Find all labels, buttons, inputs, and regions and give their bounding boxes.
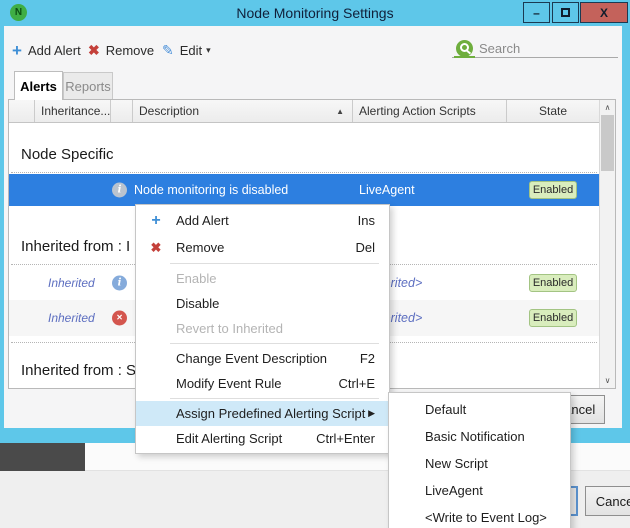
column-header-icon[interactable] — [111, 100, 133, 122]
sort-ascending-icon: ▲ — [336, 107, 344, 116]
edit-label: Edit — [180, 43, 202, 58]
column-header-description[interactable]: Description ▲ — [133, 100, 353, 122]
minimize-button[interactable]: – — [523, 2, 550, 23]
menu-item-shortcut: Ins — [358, 213, 375, 228]
menu-item-label: Enable — [176, 271, 375, 286]
search-underline-accent — [454, 56, 475, 58]
column-header-empty[interactable] — [9, 100, 35, 122]
menu-item-label: Assign Predefined Alerting Script — [176, 406, 368, 421]
group-header-inherited-1: Inherited from : I — [21, 238, 130, 255]
submenu-item-write-to-event-log[interactable]: <Write to Event Log> — [389, 504, 570, 528]
scrollbar-thumb[interactable] — [601, 115, 614, 171]
table-row-selected[interactable]: i Node monitoring is disabled LiveAgent … — [9, 174, 599, 206]
maximize-button[interactable] — [552, 2, 579, 23]
edit-dropdown-button[interactable]: ✎ Edit ▾ — [162, 40, 211, 60]
row-inheritance: Inherited — [48, 276, 95, 290]
submenu-item-new-script[interactable]: New Script — [389, 450, 570, 477]
pencil-icon: ✎ — [162, 42, 174, 59]
group-header-inherited-2: Inherited from : S — [21, 362, 136, 379]
menu-item-revert-to-inherited: Revert to Inherited — [136, 316, 389, 341]
info-icon: i — [112, 276, 127, 291]
menu-item-label: Change Event Description — [176, 351, 360, 366]
menu-item-label: Modify Event Rule — [176, 376, 339, 391]
row-description: Node monitoring is disabled — [134, 183, 288, 197]
background-cancel-button[interactable]: Cancel — [585, 486, 630, 516]
status-badge: Enabled — [529, 274, 577, 292]
submenu-item-liveagent[interactable]: LiveAgent — [389, 477, 570, 504]
close-button[interactable]: X — [580, 2, 628, 23]
plus-icon: + — [136, 212, 176, 230]
remove-button[interactable]: ✖ Remove — [88, 40, 154, 60]
search-icon — [456, 40, 473, 57]
submenu-item-basic-notification[interactable]: Basic Notification — [389, 423, 570, 450]
plus-icon: + — [12, 42, 22, 59]
titlebar[interactable]: N Node Monitoring Settings – X — [0, 0, 630, 26]
description-label: Description — [139, 104, 199, 118]
minimize-icon: – — [533, 6, 540, 20]
add-alert-button[interactable]: + Add Alert — [12, 40, 81, 60]
menu-item-remove[interactable]: ✖ Remove Del — [136, 234, 389, 261]
context-menu: + Add Alert Ins ✖ Remove Del Enable Disa… — [135, 204, 390, 454]
group-header-node-specific: Node Specific — [21, 146, 114, 163]
column-header-state[interactable]: State — [507, 100, 599, 122]
menu-item-shortcut: Ctrl+Enter — [316, 431, 375, 446]
menu-item-change-event-description[interactable]: Change Event Description F2 — [136, 346, 389, 371]
row-script: LiveAgent — [359, 183, 415, 197]
menu-item-shortcut: Del — [355, 240, 375, 255]
close-icon: X — [600, 6, 608, 20]
error-icon: × — [112, 311, 127, 326]
remove-label: Remove — [106, 43, 154, 58]
chevron-down-icon: ▾ — [206, 45, 211, 56]
table-header-row: Inheritance... Description ▲ Alerting Ac… — [9, 100, 599, 123]
status-badge: Enabled — [529, 181, 577, 199]
menu-item-shortcut: Ctrl+E — [339, 376, 375, 391]
menu-separator — [170, 398, 379, 399]
maximize-icon — [561, 8, 570, 17]
menu-item-assign-predefined-alerting-script[interactable]: Assign Predefined Alerting Script ▶ — [136, 401, 389, 426]
status-badge: Enabled — [529, 309, 577, 327]
scroll-down-icon[interactable]: ∨ — [600, 373, 615, 388]
menu-item-modify-event-rule[interactable]: Modify Event Rule Ctrl+E — [136, 371, 389, 396]
submenu-item-default[interactable]: Default — [389, 396, 570, 423]
menu-item-disable[interactable]: Disable — [136, 291, 389, 316]
alerting-script-submenu: Default Basic Notification New Script Li… — [388, 392, 571, 528]
row-inheritance: Inherited — [48, 311, 95, 325]
menu-item-label: Remove — [176, 240, 355, 255]
column-header-scripts[interactable]: Alerting Action Scripts — [353, 100, 507, 122]
column-header-inheritance[interactable]: Inheritance... — [35, 100, 111, 122]
group-divider — [11, 172, 597, 173]
menu-item-shortcut: F2 — [360, 351, 375, 366]
search-underline — [452, 57, 618, 58]
menu-item-add-alert[interactable]: + Add Alert Ins — [136, 207, 389, 234]
vertical-scrollbar[interactable]: ∧ ∨ — [599, 100, 615, 388]
menu-item-label: Add Alert — [176, 213, 358, 228]
window-border-right — [622, 26, 630, 428]
screen: Cancel N Node Monitoring Settings – X + … — [0, 0, 630, 528]
menu-item-label: Disable — [176, 296, 375, 311]
remove-icon: ✖ — [88, 42, 100, 59]
tab-alerts[interactable]: Alerts — [14, 71, 63, 100]
scroll-up-icon[interactable]: ∧ — [600, 100, 615, 115]
menu-item-enable: Enable — [136, 266, 389, 291]
remove-icon: ✖ — [136, 240, 176, 256]
info-icon: i — [112, 183, 127, 198]
search-input[interactable] — [479, 40, 617, 57]
submenu-arrow-icon: ▶ — [368, 408, 375, 419]
add-alert-label: Add Alert — [28, 43, 81, 58]
menu-separator — [170, 343, 379, 344]
menu-item-label: Revert to Inherited — [176, 321, 375, 336]
menu-item-edit-alerting-script[interactable]: Edit Alerting Script Ctrl+Enter — [136, 426, 389, 451]
tab-reports[interactable]: Reports — [63, 72, 113, 99]
menu-separator — [170, 263, 379, 264]
menu-item-label: Edit Alerting Script — [176, 431, 316, 446]
taskbar-fragment — [0, 443, 85, 471]
